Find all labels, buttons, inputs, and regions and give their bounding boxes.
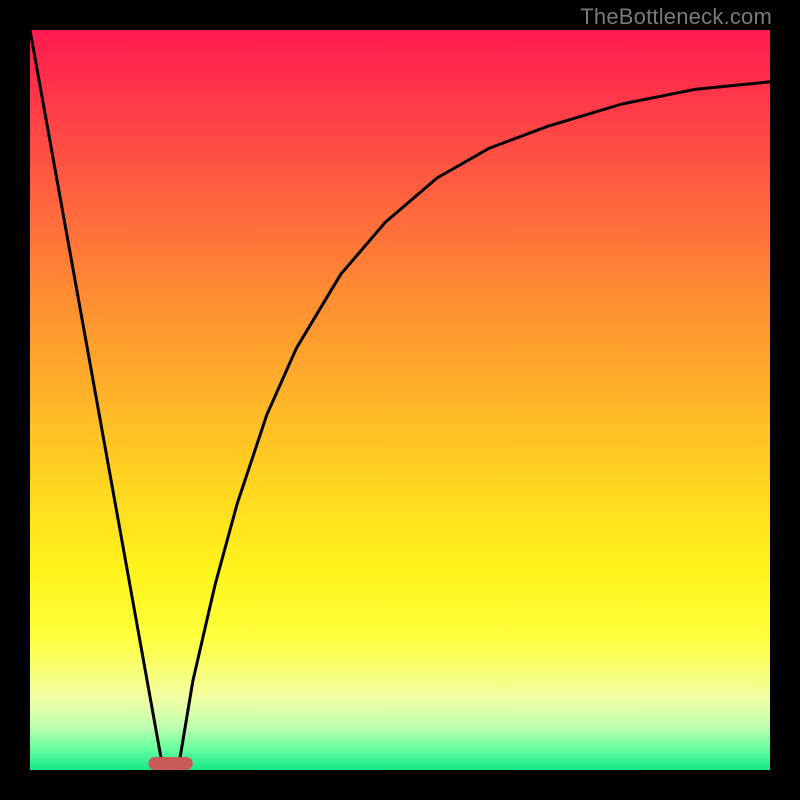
curve-group (30, 30, 770, 770)
series-right-branch (178, 82, 770, 770)
plot-area (30, 30, 770, 770)
chart-frame: TheBottleneck.com (0, 0, 800, 800)
watermark-text: TheBottleneck.com (580, 4, 772, 30)
optimum-marker (148, 757, 192, 770)
chart-svg (30, 30, 770, 770)
marker-group (148, 757, 192, 770)
series-left-branch (30, 30, 163, 770)
